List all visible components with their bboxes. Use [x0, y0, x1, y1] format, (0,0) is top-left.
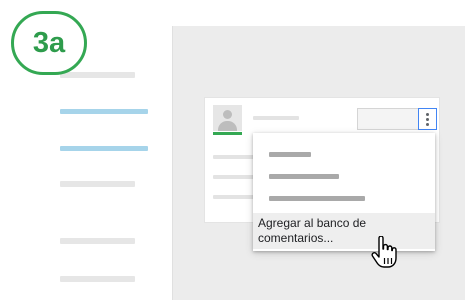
sidebar-item[interactable] — [60, 72, 135, 78]
student-name-placeholder — [253, 116, 299, 120]
menu-item-label: Agregar al banco de comentarios... — [258, 216, 434, 246]
sidebar-item-active[interactable] — [60, 146, 148, 151]
sidebar-item[interactable] — [60, 276, 135, 282]
avatar-underline — [213, 132, 242, 135]
grade-input[interactable] — [357, 108, 419, 130]
hand-pointer-icon — [371, 236, 397, 268]
sidebar-item[interactable] — [60, 181, 135, 187]
text-placeholder — [213, 155, 258, 159]
step-badge: 3a — [11, 11, 87, 75]
more-vert-icon[interactable] — [418, 108, 437, 130]
menu-item-add-to-comment-bank[interactable]: Agregar al banco de comentarios... — [253, 213, 435, 249]
sidebar-item[interactable] — [60, 238, 135, 244]
menu-item[interactable] — [269, 152, 311, 157]
user-avatar-icon — [213, 105, 242, 131]
context-menu: Agregar al banco de comentarios... — [253, 133, 435, 251]
text-placeholder — [213, 195, 258, 199]
menu-item[interactable] — [269, 174, 339, 179]
step-badge-label: 3a — [32, 26, 66, 59]
menu-item-label-line1: Agregar al banco de — [258, 216, 367, 230]
menu-item-label-line2: comentarios... — [258, 231, 334, 245]
text-placeholder — [213, 175, 258, 179]
menu-item[interactable] — [269, 196, 365, 201]
sidebar-item-active[interactable] — [60, 109, 148, 114]
